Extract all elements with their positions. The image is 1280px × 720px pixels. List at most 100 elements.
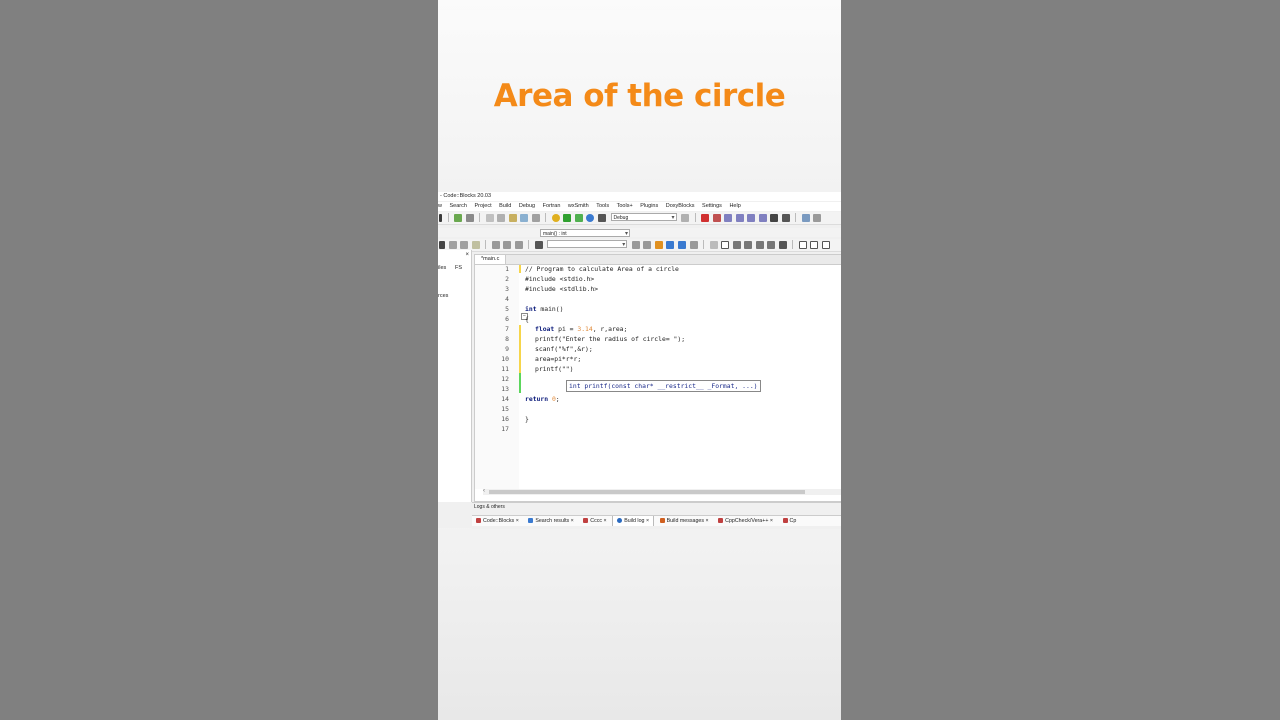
search-prev-icon[interactable]	[631, 241, 640, 249]
build-target-select[interactable]: Debug	[610, 213, 677, 222]
code-line-1: // Program to calculate Area of a circle	[525, 265, 679, 273]
replace-icon[interactable]	[531, 214, 540, 222]
code-editor[interactable]: *main.c 1 2 3 4 5 6 7 8 9 10 11 12 13 14…	[474, 254, 841, 502]
toolbar-separator	[447, 213, 449, 222]
horizontal-scrollbar[interactable]: ‹	[483, 488, 841, 495]
tab-fs[interactable]: FS	[455, 265, 462, 271]
menu-settings[interactable]: Settings	[702, 202, 722, 211]
menu-search[interactable]: Search	[450, 202, 467, 211]
menu-help[interactable]: Help	[729, 202, 740, 211]
panel-icon[interactable]	[810, 241, 819, 249]
menu-fortran[interactable]: Fortran	[543, 202, 561, 211]
scope-select[interactable]: main() : int	[540, 229, 630, 238]
rebuild-icon[interactable]	[586, 214, 595, 222]
menu-debug[interactable]: Debug	[519, 202, 535, 211]
jump-icon[interactable]	[439, 241, 445, 249]
layout-icon[interactable]	[755, 241, 764, 249]
tab-files[interactable]: iles	[438, 265, 446, 271]
target-icon[interactable]	[681, 214, 690, 222]
toggle-bookmark-icon[interactable]	[471, 241, 480, 249]
tree-item-sources[interactable]: rces	[438, 293, 448, 299]
toolbar-separator	[485, 240, 487, 249]
debug-run-to-cursor-icon[interactable]	[712, 214, 721, 222]
menu-build[interactable]: Build	[499, 202, 511, 211]
list-icon[interactable]	[778, 241, 787, 249]
cp-icon	[782, 518, 788, 524]
menu-project[interactable]: Project	[474, 202, 491, 211]
debug-windows-icon[interactable]	[801, 214, 810, 222]
log-tab-cp[interactable]: Cp	[779, 516, 801, 526]
search-next-icon[interactable]	[643, 241, 652, 249]
highlight-icon[interactable]	[654, 241, 663, 249]
build-and-run-icon[interactable]	[574, 214, 583, 222]
toolbar-edge-icon[interactable]	[439, 214, 442, 222]
occurrence-icon[interactable]	[534, 241, 543, 249]
close-icon[interactable]: ×	[465, 252, 469, 258]
select-icon[interactable]	[709, 241, 718, 249]
debug-info-icon[interactable]	[813, 214, 822, 222]
scroll-left-icon[interactable]: ‹	[483, 488, 485, 494]
format-icon[interactable]	[666, 241, 675, 249]
menu-doxyblocks[interactable]: DoxyBlocks	[666, 202, 695, 211]
log-tab-search-results[interactable]: Search results ×	[524, 516, 577, 526]
build-icon[interactable]	[551, 214, 560, 222]
debug-pause-icon[interactable]	[770, 214, 779, 222]
menu-plugins[interactable]: Plugins	[640, 202, 658, 211]
log-tab-build-messages[interactable]: Build messages ×	[656, 516, 713, 526]
keyword: return	[525, 395, 549, 403]
run-icon[interactable]	[563, 214, 572, 222]
copy-icon[interactable]	[497, 214, 506, 222]
next-bookmark-icon[interactable]	[503, 241, 512, 249]
paste-icon[interactable]	[508, 214, 517, 222]
picture-icon[interactable]	[732, 241, 741, 249]
log-tab-build-log[interactable]: Build log ×	[612, 516, 655, 526]
editor-tab-bar: *main.c	[475, 255, 841, 265]
menu-tools[interactable]: Tools	[596, 202, 609, 211]
abort-icon[interactable]	[597, 214, 606, 222]
log-tab-cppcheck[interactable]: CppCheck/Vera++ ×	[714, 516, 777, 526]
debug-start-icon[interactable]	[701, 214, 710, 222]
cut-icon[interactable]	[485, 214, 494, 222]
prev-bookmark-icon[interactable]	[491, 241, 500, 249]
debug-step-out-icon[interactable]	[747, 214, 756, 222]
comment-icon[interactable]	[448, 241, 457, 249]
dialog-icon[interactable]	[821, 241, 830, 249]
gear-icon	[617, 518, 623, 524]
grid-icon[interactable]	[744, 241, 753, 249]
code-line-5: int main()	[525, 305, 563, 313]
log-tab-codeblocks[interactable]: Code::Blocks ×	[472, 516, 523, 526]
debug-next-instruction-icon[interactable]	[758, 214, 767, 222]
scrollbar-thumb[interactable]	[489, 490, 805, 494]
code-line-16: }	[525, 415, 529, 423]
redo-icon[interactable]	[465, 214, 474, 222]
debug-next-line-icon[interactable]	[724, 214, 733, 222]
undo-icon[interactable]	[454, 214, 463, 222]
uncomment-icon[interactable]	[460, 241, 469, 249]
line-number: 3	[505, 285, 509, 293]
search-icon	[528, 518, 534, 524]
find-icon[interactable]	[520, 214, 529, 222]
search-select[interactable]	[547, 240, 628, 249]
debug-step-into-icon[interactable]	[735, 214, 744, 222]
menu-tools-plus[interactable]: Tools+	[617, 202, 633, 211]
window-icon[interactable]	[798, 241, 807, 249]
main-toolbar: Debug	[438, 212, 841, 225]
clear-bookmarks-icon[interactable]	[514, 241, 523, 249]
line-number: 7	[505, 325, 509, 333]
tab-main-c[interactable]: *main.c	[475, 255, 507, 264]
code-text: main()	[536, 305, 564, 313]
regex-icon[interactable]	[689, 241, 698, 249]
code-area[interactable]: // Program to calculate Area of a circle…	[525, 265, 835, 489]
log-tab-cccc[interactable]: Cccc ×	[579, 516, 610, 526]
menu-wxsmith[interactable]: wxSmith	[568, 202, 589, 211]
frame-icon[interactable]	[721, 241, 730, 249]
toolbar-separator	[479, 213, 481, 222]
table-icon[interactable]	[767, 241, 776, 249]
debug-stop-icon[interactable]	[781, 214, 790, 222]
line-number: 17	[501, 425, 509, 433]
code-text: ;	[555, 395, 560, 403]
spell-check-icon[interactable]	[677, 241, 686, 249]
menu-view[interactable]: w	[438, 202, 442, 211]
code-text: pi =	[554, 325, 578, 333]
headline: Area of the circle	[493, 78, 786, 114]
